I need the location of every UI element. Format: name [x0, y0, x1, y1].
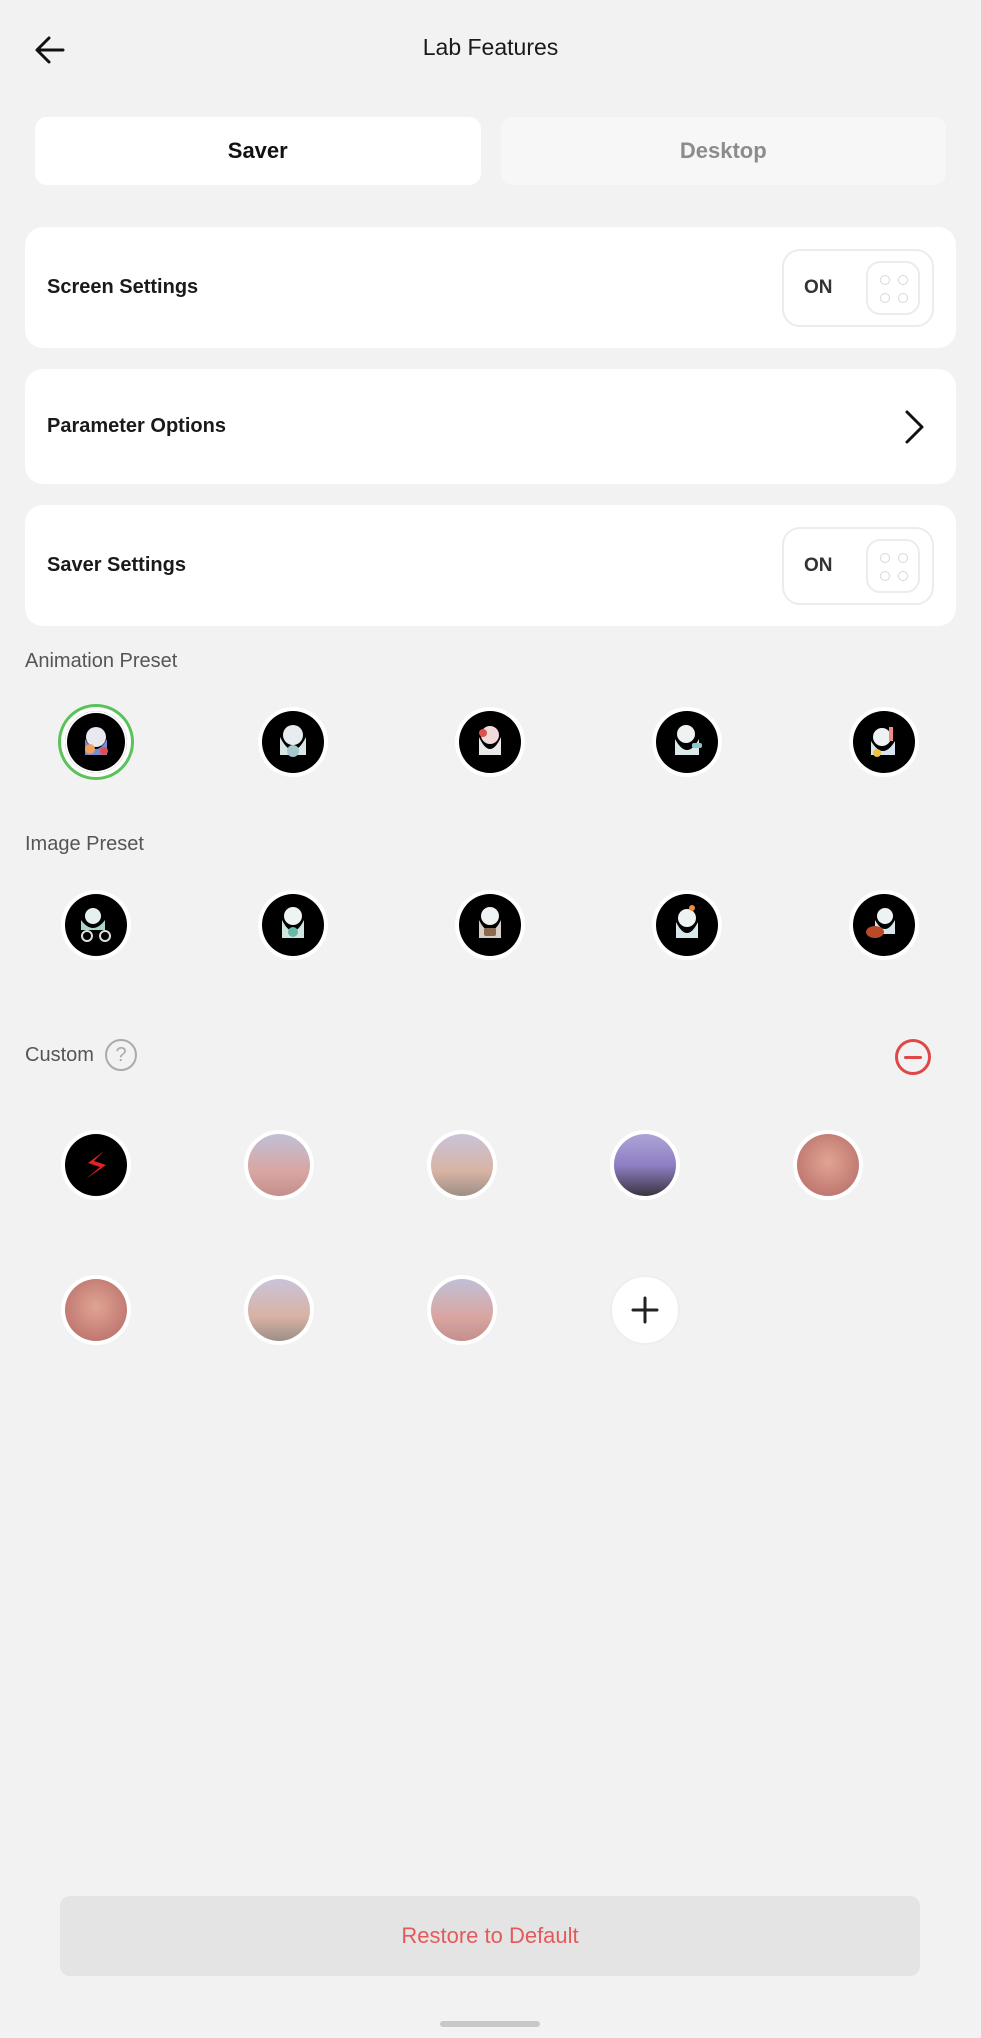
image-preset-item[interactable] [849, 890, 919, 960]
header: Lab Features [0, 0, 981, 100]
animation-preset-item[interactable] [61, 707, 131, 777]
tab-bar: Saver Desktop [35, 117, 946, 185]
image-preset-item[interactable] [258, 890, 328, 960]
help-icon[interactable]: ? [105, 1039, 137, 1071]
parameter-options-card[interactable]: Parameter Options [25, 369, 956, 484]
screen-settings-label: Screen Settings [47, 276, 199, 298]
custom-item[interactable] [61, 1130, 131, 1200]
custom-header: Custom ? [25, 1035, 956, 1079]
screen-settings-card: Screen Settings ON [25, 227, 956, 348]
custom-row-2 [0, 1275, 981, 1355]
tab-saver[interactable]: Saver [35, 117, 481, 185]
tab-desktop[interactable]: Desktop [500, 117, 946, 185]
toggle-knob [866, 538, 920, 593]
animation-preset-row [0, 707, 981, 787]
image-preset-item[interactable] [455, 890, 525, 960]
image-preset-item[interactable] [61, 890, 131, 960]
image-preset-label: Image Preset [25, 833, 144, 855]
toggle-state-text: ON [804, 276, 833, 298]
parameter-options-label: Parameter Options [47, 415, 226, 437]
screen-settings-toggle[interactable]: ON [782, 248, 934, 327]
home-indicator [440, 2021, 540, 2027]
toggle-knob [866, 260, 920, 315]
custom-item[interactable] [427, 1275, 497, 1345]
remove-icon[interactable] [895, 1039, 931, 1075]
animation-preset-label: Animation Preset [25, 650, 178, 672]
toggle-state-text: ON [804, 554, 833, 576]
custom-row-1 [0, 1130, 981, 1210]
chevron-right-icon [894, 407, 934, 447]
page-title: Lab Features [422, 34, 559, 60]
animation-preset-item[interactable] [849, 707, 919, 777]
animation-preset-item[interactable] [652, 707, 722, 777]
saver-settings-label: Saver Settings [47, 554, 186, 576]
custom-item[interactable] [793, 1130, 863, 1200]
custom-item[interactable] [427, 1130, 497, 1200]
add-custom-button[interactable] [610, 1275, 680, 1345]
saver-settings-toggle[interactable]: ON [782, 526, 934, 605]
custom-item[interactable] [244, 1130, 314, 1200]
animation-preset-item[interactable] [455, 707, 525, 777]
image-preset-row [0, 890, 981, 970]
saver-settings-card: Saver Settings ON [25, 505, 956, 626]
custom-item[interactable] [244, 1275, 314, 1345]
animation-preset-item[interactable] [258, 707, 328, 777]
plus-icon [631, 1296, 659, 1324]
logo-icon [86, 1151, 106, 1179]
image-preset-item[interactable] [652, 890, 722, 960]
custom-item[interactable] [61, 1275, 131, 1345]
custom-label: Custom [25, 1044, 94, 1066]
restore-default-button[interactable]: Restore to Default [60, 1896, 920, 1976]
custom-item[interactable] [610, 1130, 680, 1200]
